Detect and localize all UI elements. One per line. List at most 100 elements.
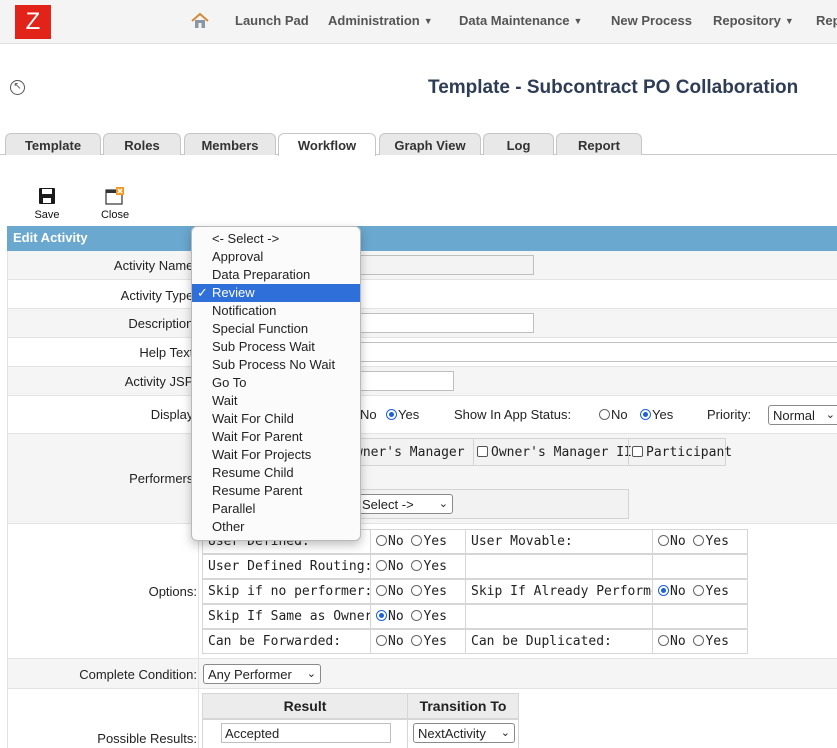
owners-manager-ii-checkbox[interactable]: Owner's Manager II <box>477 445 632 460</box>
row-description: Description: <box>7 309 837 338</box>
tab-members[interactable]: Members <box>184 133 276 155</box>
tab-workflow[interactable]: Workflow <box>278 133 376 156</box>
nav-administration[interactable]: Administration ▼ <box>328 13 433 28</box>
activity-name-input[interactable] <box>358 255 534 275</box>
top-nav-bar: Z Launch Pad Administration ▼ Data Mainte… <box>0 0 837 44</box>
empty-cell <box>465 554 653 579</box>
display-yes-radio[interactable]: Yes <box>386 407 419 422</box>
section-header: Edit Activity <box>7 226 837 251</box>
label-complete-condition: Complete Condition: <box>79 667 197 682</box>
label-possible-results: Possible Results: <box>97 731 197 746</box>
dropdown-option[interactable]: Wait For Child <box>192 410 360 428</box>
radio-icon <box>693 535 705 546</box>
chevron-down-icon: ⌄ <box>438 498 448 510</box>
dropdown-option[interactable]: Wait For Parent <box>192 428 360 446</box>
skip-if-already-performed-radios[interactable]: No Yes <box>652 579 748 604</box>
user-movable-label: User Movable: <box>465 529 653 554</box>
radio-icon <box>693 585 705 596</box>
participant-checkbox[interactable]: Participant <box>632 445 732 460</box>
radio-icon <box>376 585 387 596</box>
dropdown-option[interactable]: Go To <box>192 374 360 392</box>
radio-icon <box>386 409 397 420</box>
floppy-disk-icon <box>39 188 55 204</box>
close-label: Close <box>100 209 130 221</box>
radio-icon <box>376 635 387 646</box>
empty-cell <box>652 554 748 579</box>
row-activity-name: Activity Name: <box>7 251 837 280</box>
empty-cell <box>465 604 653 629</box>
activity-type-dropdown[interactable]: <- Select -> Approval Data Preparation ✓… <box>191 226 361 541</box>
tab-graph-view[interactable]: Graph View <box>379 133 481 155</box>
nav-data-maintenance[interactable]: Data Maintenance ▼ <box>459 13 582 28</box>
dropdown-option[interactable]: Approval <box>192 248 360 266</box>
app-logo[interactable]: Z <box>15 5 51 39</box>
radio-icon <box>376 535 387 546</box>
user-movable-radios[interactable]: No Yes <box>652 529 748 554</box>
dropdown-option[interactable]: Resume Child <box>192 464 360 482</box>
app-status-yes-radio[interactable]: Yes <box>640 407 673 422</box>
app-status-no-radio[interactable]: No <box>599 407 628 422</box>
tab-template[interactable]: Template <box>5 133 101 155</box>
transition-select[interactable]: NextActivity ⌄ <box>413 723 515 743</box>
user-defined-routing-radios[interactable]: No Yes <box>370 554 466 579</box>
tab-roles[interactable]: Roles <box>103 133 181 155</box>
dropdown-option-selected[interactable]: ✓ Review <box>192 284 360 302</box>
row-performers: Performers: wner's Manager Owner's Manag… <box>7 434 837 524</box>
transition-column-header: Transition To <box>407 693 519 719</box>
priority-select[interactable]: Normal ⌄ <box>768 405 837 425</box>
display-no-label: No <box>360 407 377 422</box>
label-performers: Performers: <box>129 471 197 486</box>
dropdown-option[interactable]: Wait For Projects <box>192 446 360 464</box>
complete-condition-select[interactable]: Any Performer ⌄ <box>203 664 321 684</box>
skip-if-no-performer-radios[interactable]: No Yes <box>370 579 466 604</box>
dropdown-option[interactable]: Sub Process Wait <box>192 338 360 356</box>
radio-icon <box>658 635 669 646</box>
help-text-input[interactable] <box>358 342 837 362</box>
can-be-duplicated-radios[interactable]: No Yes <box>652 629 748 654</box>
can-be-forwarded-radios[interactable]: No Yes <box>370 629 466 654</box>
save-button[interactable]: Save <box>27 186 67 221</box>
skip-if-already-performed-label: Skip If Already Performed: <box>465 579 675 604</box>
activity-jsp-input[interactable] <box>358 371 454 391</box>
nav-rep-truncated[interactable]: Rep <box>816 13 837 28</box>
nav-launch-pad[interactable]: Launch Pad <box>235 13 309 28</box>
label-activity-name: Activity Name: <box>113 258 197 273</box>
home-icon[interactable] <box>189 10 211 32</box>
chevron-down-icon: ⌄ <box>500 727 510 739</box>
nav-new-process[interactable]: New Process <box>611 13 692 28</box>
result-input[interactable]: Accepted <box>221 723 391 743</box>
radio-icon <box>411 585 423 596</box>
back-arrow-icon[interactable]: ↖ <box>10 80 25 95</box>
close-button[interactable]: Close <box>95 186 135 221</box>
skip-if-no-performer-label: Skip if no performer: <box>202 579 372 604</box>
radio-icon <box>411 560 423 571</box>
dropdown-option[interactable]: Special Function <box>192 320 360 338</box>
dropdown-option[interactable]: Wait <box>192 392 360 410</box>
radio-icon <box>658 535 669 546</box>
performer-select[interactable]: Select -> ⌄ <box>357 494 453 514</box>
label-description: Description: <box>128 316 197 331</box>
dropdown-option[interactable]: Other <box>192 518 360 536</box>
tab-report[interactable]: Report <box>556 133 642 155</box>
chevron-down-icon: ⌄ <box>306 668 316 680</box>
dropdown-option[interactable]: <- Select -> <box>192 230 360 248</box>
dropdown-option[interactable]: Resume Parent <box>192 482 360 500</box>
dropdown-option[interactable]: Parallel <box>192 500 360 518</box>
nav-repository[interactable]: Repository ▼ <box>713 13 794 28</box>
user-defined-routing-label: User Defined Routing: <box>202 554 372 579</box>
logo-letter: Z <box>25 8 41 35</box>
radio-icon <box>693 635 705 646</box>
priority-label: Priority: <box>707 407 752 422</box>
user-defined-radios[interactable]: No Yes <box>370 529 466 554</box>
dropdown-option[interactable]: Data Preparation <box>192 266 360 284</box>
row-activity-type: Activity Type: <box>7 280 837 309</box>
tab-log[interactable]: Log <box>483 133 554 155</box>
page-title: Template - Subcontract PO Collaboration <box>428 77 799 98</box>
chevron-down-icon: ▼ <box>784 16 794 26</box>
description-input[interactable] <box>358 313 534 333</box>
checkbox-icon <box>477 446 488 457</box>
save-label: Save <box>34 209 60 221</box>
skip-if-same-as-owner-radios[interactable]: No Yes <box>370 604 466 629</box>
dropdown-option[interactable]: Notification <box>192 302 360 320</box>
dropdown-option[interactable]: Sub Process No Wait <box>192 356 360 374</box>
